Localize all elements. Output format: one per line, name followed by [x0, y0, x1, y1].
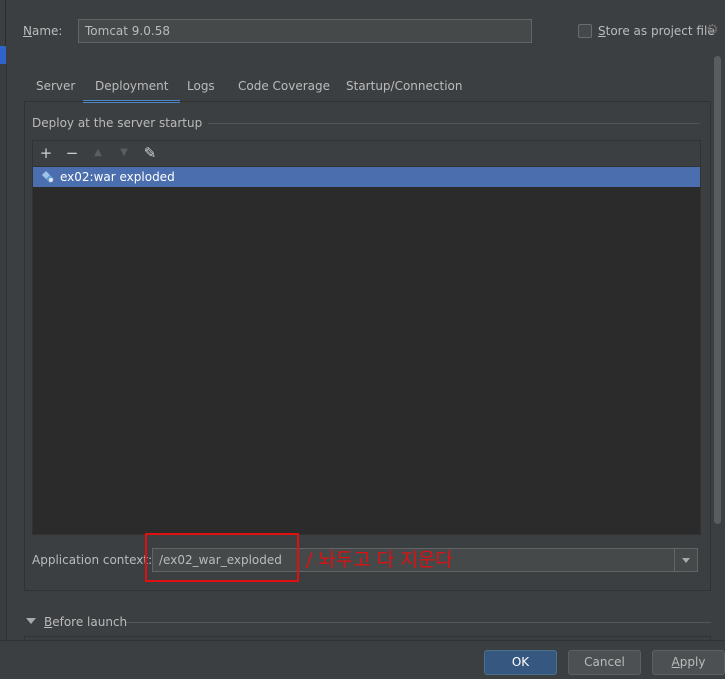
annotation-highlight-box — [145, 533, 299, 582]
tab-startup-connection[interactable]: Startup/Connection — [334, 72, 474, 100]
application-context-label: Application context: — [32, 553, 153, 567]
annotation-text: / 놔두고 다 지운다 — [306, 549, 453, 571]
before-launch-label[interactable]: Before launch — [44, 615, 127, 629]
tab-code-coverage[interactable]: Code Coverage — [226, 72, 342, 100]
artifact-list[interactable] — [33, 166, 700, 534]
add-icon[interactable]: + — [37, 144, 55, 162]
triangle-down-icon[interactable] — [26, 618, 36, 624]
remove-icon[interactable]: − — [63, 144, 81, 162]
name-label: Name: — [23, 24, 63, 38]
cancel-button[interactable]: Cancel — [568, 650, 641, 675]
gear-icon[interactable]: ⚙ — [706, 22, 719, 38]
tab-server[interactable]: Server — [24, 72, 87, 100]
deploy-toolbar: + − ▲ ▼ ✎ — [33, 141, 700, 165]
tab-bar: Server Deployment Logs Code Coverage Sta… — [24, 72, 700, 103]
store-as-project-file-label[interactable]: Store as project file — [598, 24, 715, 38]
list-item[interactable]: ex02:war exploded — [33, 167, 700, 187]
edit-icon[interactable]: ✎ — [141, 144, 159, 162]
tab-deployment[interactable]: Deployment — [83, 72, 181, 103]
apply-button[interactable]: Apply — [652, 650, 725, 675]
sidebar-selection-marker — [0, 46, 6, 64]
store-as-project-file-checkbox[interactable] — [578, 24, 592, 38]
move-up-icon[interactable]: ▲ — [89, 144, 107, 162]
left-sidebar-strip — [0, 0, 7, 640]
tab-logs[interactable]: Logs — [175, 72, 227, 100]
name-input[interactable]: Tomcat 9.0.58 — [78, 19, 532, 43]
ok-button[interactable]: OK — [484, 650, 557, 675]
artifact-icon — [42, 171, 54, 183]
sidebar-panel — [0, 64, 7, 640]
chevron-down-icon[interactable] — [674, 549, 697, 571]
group-separator — [190, 123, 700, 124]
scrollbar-thumb[interactable] — [714, 56, 721, 524]
deploy-group-title: Deploy at the server startup — [32, 116, 209, 130]
move-down-icon[interactable]: ▼ — [115, 144, 133, 162]
before-launch-separator — [126, 622, 711, 623]
artifact-label: ex02:war exploded — [60, 170, 175, 184]
